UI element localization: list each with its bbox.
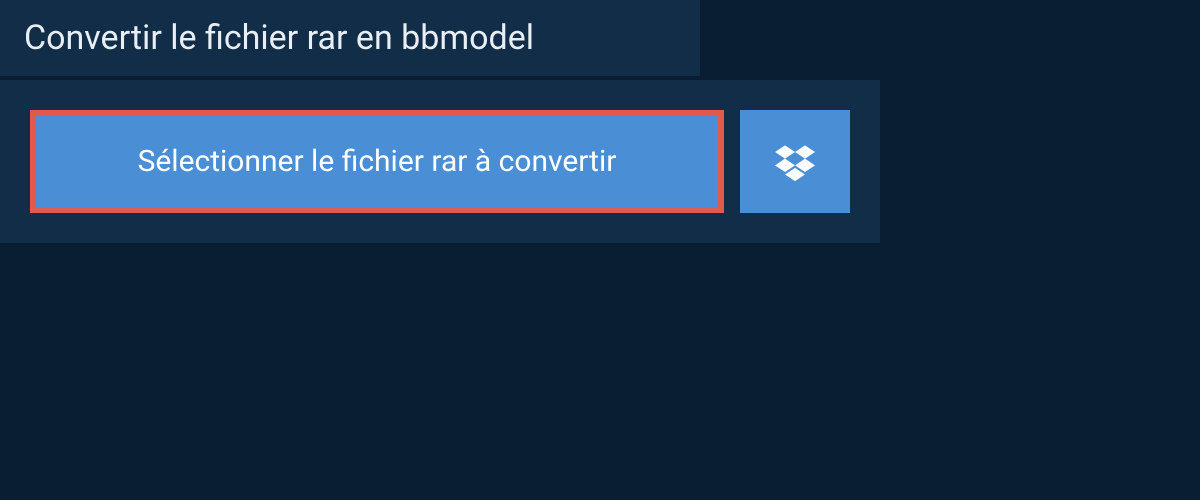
page-header: Convertir le fichier rar en bbmodel — [0, 0, 700, 76]
dropbox-upload-button[interactable] — [740, 110, 850, 213]
upload-panel: Sélectionner le fichier rar à convertir — [0, 80, 880, 243]
dropbox-icon — [775, 142, 815, 182]
select-file-label: Sélectionner le fichier rar à convertir — [138, 144, 617, 179]
page-title: Convertir le fichier rar en bbmodel — [24, 18, 676, 58]
select-file-button[interactable]: Sélectionner le fichier rar à convertir — [30, 110, 724, 213]
